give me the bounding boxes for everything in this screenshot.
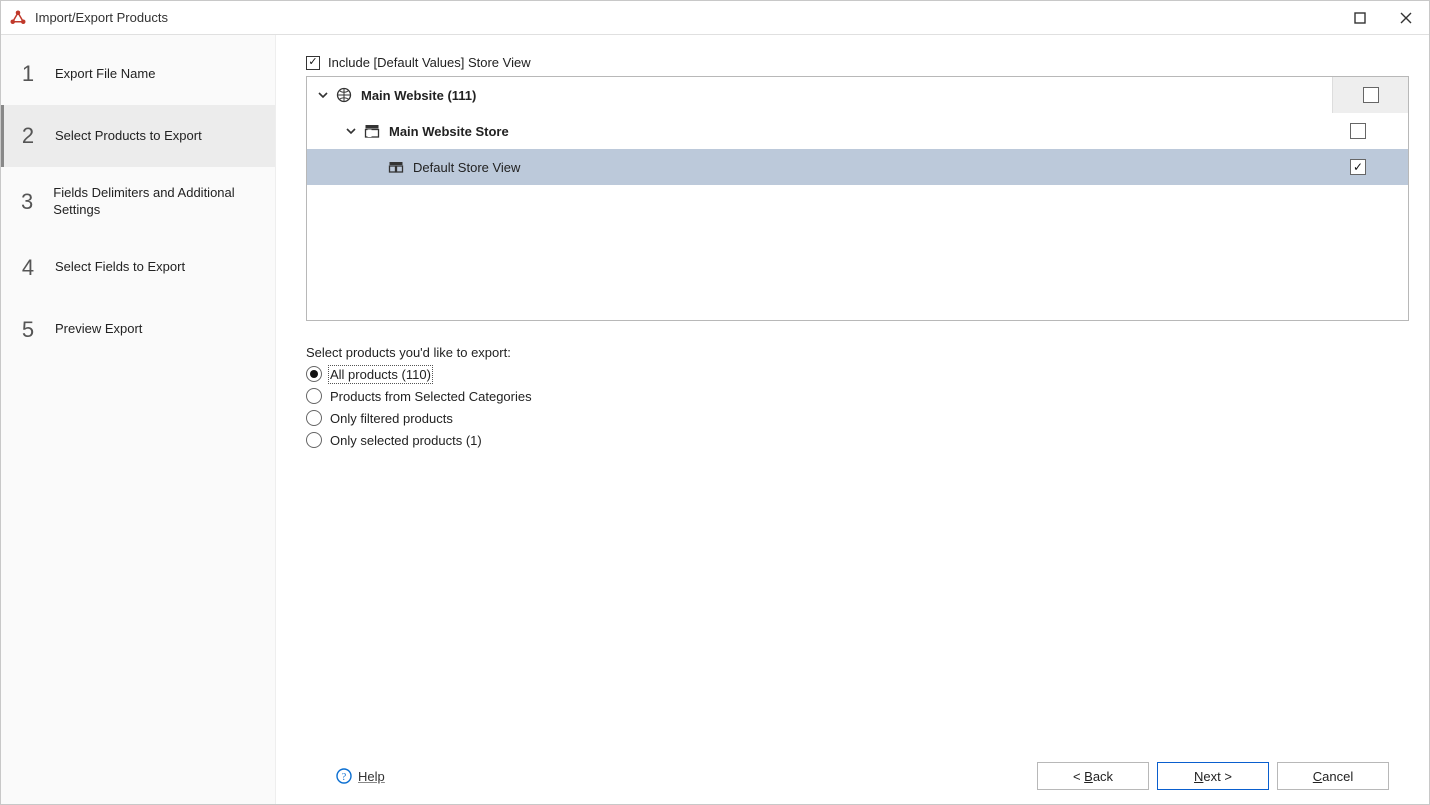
step-label: Select Products to Export — [55, 128, 202, 145]
next-button[interactable]: Next > — [1157, 762, 1269, 790]
title-bar: Import/Export Products — [1, 1, 1429, 35]
store-view-tree[interactable]: Main Website (111) Main Website Store — [306, 76, 1409, 321]
window-title: Import/Export Products — [35, 10, 1337, 25]
tree-store-label: Main Website Store — [389, 124, 1320, 139]
include-default-values-label: Include [Default Values] Store View — [328, 55, 531, 70]
radio-selected-products[interactable]: Only selected products (1) — [306, 432, 1409, 448]
tree-store-view-label: Default Store View — [413, 160, 1320, 175]
maximize-button[interactable] — [1337, 1, 1383, 34]
include-default-values-checkbox[interactable] — [306, 56, 320, 70]
tree-store-checkbox[interactable] — [1350, 123, 1366, 139]
step-export-file-name[interactable]: 1 Export File Name — [1, 43, 275, 105]
tree-row-website[interactable]: Main Website (111) — [307, 77, 1408, 113]
cancel-button[interactable]: Cancel — [1277, 762, 1389, 790]
step-label: Export File Name — [55, 66, 155, 83]
svg-text:?: ? — [342, 772, 347, 783]
radio-all-products[interactable]: All products (110) — [306, 366, 1409, 382]
radio-filtered-products[interactable]: Only filtered products — [306, 410, 1409, 426]
back-button[interactable]: < Back — [1037, 762, 1149, 790]
step-select-fields[interactable]: 4 Select Fields to Export — [1, 237, 275, 299]
step-label: Select Fields to Export — [55, 259, 185, 276]
window-controls — [1337, 1, 1429, 34]
step-number: 3 — [19, 189, 35, 215]
radio-label: Only selected products (1) — [330, 433, 482, 448]
step-number: 5 — [19, 317, 37, 343]
store-icon — [363, 122, 381, 140]
step-fields-delimiters[interactable]: 3 Fields Delimiters and Additional Setti… — [1, 167, 275, 237]
product-filter-radio-group: All products (110) Products from Selecte… — [306, 366, 1409, 448]
store-view-icon — [387, 158, 405, 176]
help-label-rest: elp — [367, 769, 384, 784]
radio-input[interactable] — [306, 366, 322, 382]
chevron-down-icon[interactable] — [343, 123, 359, 139]
tree-website-label: Main Website (111) — [361, 88, 1332, 103]
step-number: 2 — [19, 123, 37, 149]
chevron-down-icon[interactable] — [315, 87, 331, 103]
app-icon — [9, 9, 27, 27]
wizard-footer: ? Help < Back Next > Cancel — [306, 748, 1409, 804]
tree-row-store[interactable]: Main Website Store — [307, 113, 1408, 149]
tree-website-checkbox[interactable] — [1363, 87, 1379, 103]
step-select-products[interactable]: 2 Select Products to Export — [1, 105, 275, 167]
tree-row-store-view[interactable]: Default Store View — [307, 149, 1408, 185]
help-label-first: H — [358, 769, 367, 784]
wizard-sidebar: 1 Export File Name 2 Select Products to … — [1, 35, 276, 804]
radio-input[interactable] — [306, 410, 322, 426]
help-link[interactable]: ? Help — [336, 768, 385, 784]
step-preview-export[interactable]: 5 Preview Export — [1, 299, 275, 361]
step-number: 1 — [19, 61, 37, 87]
select-products-prompt: Select products you'd like to export: — [306, 345, 1409, 360]
radio-label: All products (110) — [330, 367, 431, 382]
step-label: Fields Delimiters and Additional Setting… — [53, 185, 263, 219]
radio-input[interactable] — [306, 388, 322, 404]
radio-selected-categories[interactable]: Products from Selected Categories — [306, 388, 1409, 404]
step-label: Preview Export — [55, 321, 142, 338]
radio-label: Only filtered products — [330, 411, 453, 426]
radio-label: Products from Selected Categories — [330, 389, 532, 404]
radio-input[interactable] — [306, 432, 322, 448]
include-default-values-row[interactable]: Include [Default Values] Store View — [306, 55, 1409, 70]
tree-store-view-checkbox[interactable] — [1350, 159, 1366, 175]
main-panel: Include [Default Values] Store View Main… — [276, 35, 1429, 804]
close-button[interactable] — [1383, 1, 1429, 34]
globe-icon — [335, 86, 353, 104]
step-number: 4 — [19, 255, 37, 281]
